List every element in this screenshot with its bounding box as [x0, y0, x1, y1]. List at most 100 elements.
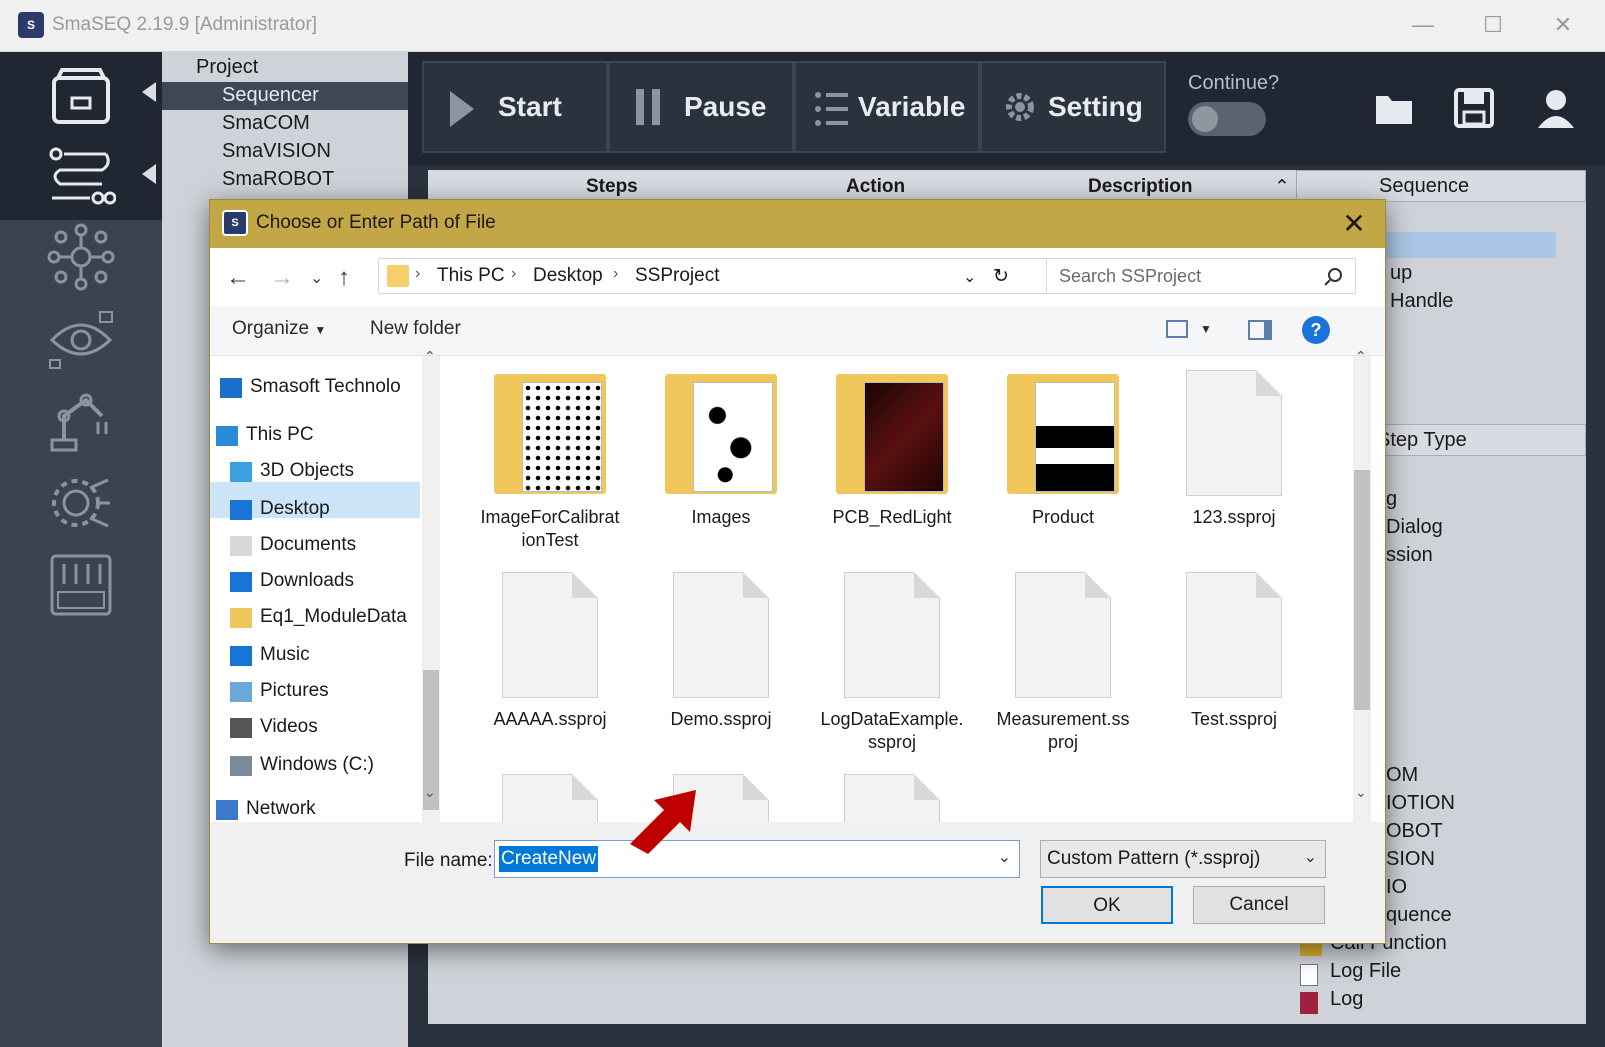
maximize-button[interactable]: ☐: [1470, 8, 1516, 42]
robot-arm-icon[interactable]: [46, 386, 116, 456]
up-arrow-icon[interactable]: ↑: [338, 264, 350, 292]
save-icon[interactable]: [1452, 86, 1496, 130]
ok-button[interactable]: OK: [1041, 886, 1173, 924]
start-button[interactable]: Start: [422, 61, 608, 153]
address-dropdown-icon[interactable]: ⌄: [963, 267, 976, 287]
video-icon: [230, 718, 252, 738]
sequence-fragment[interactable]: Handle: [1390, 290, 1453, 313]
nav-item-videos[interactable]: Videos: [210, 714, 420, 744]
preview-pane-icon[interactable]: [1248, 320, 1272, 340]
folder-item[interactable]: Product: [983, 366, 1143, 566]
step-type-item[interactable]: OM: [1386, 764, 1418, 787]
step-type-fragment[interactable]: ssion: [1386, 544, 1433, 567]
file-name-line: ionTest: [521, 530, 579, 550]
step-type-item[interactable]: SION: [1386, 848, 1435, 871]
file-name-label: File name:: [404, 850, 493, 871]
document-icon[interactable]: [844, 774, 940, 822]
step-type-fragment[interactable]: Dialog: [1386, 516, 1443, 539]
gear-network-icon[interactable]: [46, 468, 116, 538]
folder-item[interactable]: Images: [641, 366, 801, 566]
close-button[interactable]: ✕: [1540, 8, 1586, 42]
variable-button[interactable]: Variable: [794, 61, 980, 153]
pause-button[interactable]: Pause: [608, 61, 794, 153]
nav-item-3d-objects[interactable]: 3D Objects: [210, 458, 420, 488]
recent-chevron-icon[interactable]: ⌄: [310, 268, 323, 288]
nav-item-smasoft-technolo[interactable]: Smasoft Technolo: [210, 374, 420, 404]
sort-up-icon[interactable]: ⌃: [1274, 176, 1290, 199]
folder-item[interactable]: PCB_RedLight: [812, 366, 972, 566]
file-scroll-up-icon[interactable]: ⌃: [1355, 348, 1367, 365]
vision-eye-icon[interactable]: [46, 304, 116, 374]
step-type-item[interactable]: IOTION: [1386, 792, 1455, 815]
minimize-button[interactable]: —: [1400, 8, 1446, 42]
file-item[interactable]: 123.ssproj: [1154, 366, 1314, 566]
step-type-item[interactable]: IO: [1386, 876, 1407, 899]
organize-button[interactable]: Organize ▼: [232, 318, 326, 340]
column-steps[interactable]: Steps: [586, 176, 638, 198]
cancel-button[interactable]: Cancel: [1193, 886, 1325, 924]
file-scroll-down-icon[interactable]: ⌄: [1355, 784, 1367, 801]
dialog-close-button[interactable]: ✕: [1334, 206, 1374, 242]
back-arrow-icon[interactable]: ←: [226, 264, 250, 292]
nav-item-label: Network: [246, 798, 316, 819]
step-type-log-file[interactable]: Log File: [1330, 960, 1401, 983]
file-name-input[interactable]: CreateNew ⌄: [494, 840, 1020, 878]
file-item[interactable]: Test.ssproj: [1154, 568, 1314, 768]
breadcrumb-ssproject[interactable]: SSProject: [635, 265, 719, 287]
rail-collapse-arrow-icon[interactable]: [142, 164, 156, 184]
step-type-item[interactable]: quence: [1386, 904, 1452, 927]
file-item[interactable]: Measurement.ss proj: [983, 568, 1143, 768]
network-hub-icon[interactable]: [46, 222, 116, 292]
project-archive-icon[interactable]: [46, 64, 116, 134]
sequencer-icon[interactable]: [46, 142, 116, 212]
cube-icon: [230, 462, 252, 482]
tree-item-sequencer[interactable]: Sequencer: [222, 84, 319, 107]
column-description[interactable]: Description: [1088, 176, 1193, 198]
nav-item-documents[interactable]: Documents: [210, 532, 420, 562]
step-type-fragment[interactable]: g: [1386, 488, 1397, 511]
setting-button[interactable]: Setting: [980, 61, 1166, 153]
nav-item-desktop[interactable]: Desktop: [210, 496, 420, 526]
nav-item-downloads[interactable]: Downloads: [210, 568, 420, 598]
rail-collapse-arrow-icon[interactable]: [142, 82, 156, 102]
tree-item-smacom[interactable]: SmaCOM: [222, 112, 310, 135]
forward-arrow-icon[interactable]: →: [270, 264, 294, 292]
file-scrollbar-thumb[interactable]: [1354, 470, 1370, 710]
breadcrumb-this-pc[interactable]: This PC: [437, 265, 505, 287]
nav-scroll-down-icon[interactable]: ⌄: [424, 784, 436, 801]
nav-item-this-pc[interactable]: This PC: [210, 422, 420, 452]
document-icon: [673, 572, 769, 698]
folder-item[interactable]: ImageForCalibrat ionTest: [470, 366, 630, 566]
step-type-item[interactable]: OBOT: [1386, 820, 1443, 843]
file-type-select[interactable]: Custom Pattern (*.ssproj) ⌄: [1040, 840, 1326, 878]
search-input[interactable]: Search SSProject: [1046, 258, 1356, 294]
nav-item-pictures[interactable]: Pictures: [210, 678, 420, 708]
step-type-log[interactable]: Log: [1330, 988, 1363, 1011]
tree-item-smarobot[interactable]: SmaROBOT: [222, 168, 334, 191]
open-folder-icon[interactable]: [1372, 86, 1416, 130]
page-fold-icon: [1256, 370, 1282, 396]
file-name-dropdown-icon[interactable]: ⌄: [998, 847, 1011, 867]
column-action[interactable]: Action: [846, 176, 905, 198]
sequence-fragment[interactable]: up: [1390, 262, 1412, 285]
view-mode-icon[interactable]: [1166, 320, 1188, 338]
breadcrumb-desktop[interactable]: Desktop: [533, 265, 603, 287]
tree-root-project[interactable]: Project: [196, 56, 258, 79]
user-icon[interactable]: [1534, 86, 1578, 130]
file-item[interactable]: LogDataExample. ssproj: [812, 568, 972, 768]
nav-item-eq1-moduledata[interactable]: Eq1_ModuleData: [210, 604, 420, 634]
document-icon[interactable]: [502, 774, 598, 822]
address-bar[interactable]: › This PC › Desktop › SSProject ⌄ ↻: [378, 258, 1048, 294]
io-panel-icon[interactable]: [46, 550, 116, 620]
nav-item-windows-c[interactable]: Windows (C:): [210, 752, 420, 782]
tree-item-smavision[interactable]: SmaVISION: [222, 140, 331, 163]
continue-toggle[interactable]: [1188, 102, 1266, 136]
refresh-icon[interactable]: ↻: [993, 265, 1009, 288]
nav-item-music[interactable]: Music: [210, 642, 420, 672]
file-item[interactable]: Demo.ssproj: [641, 568, 801, 768]
file-item[interactable]: AAAAA.ssproj: [470, 568, 630, 768]
new-folder-button[interactable]: New folder: [370, 318, 461, 340]
view-dropdown-icon[interactable]: ▼: [1200, 322, 1212, 336]
help-icon[interactable]: ?: [1302, 316, 1330, 344]
nav-scroll-up-icon[interactable]: ⌃: [424, 348, 436, 365]
